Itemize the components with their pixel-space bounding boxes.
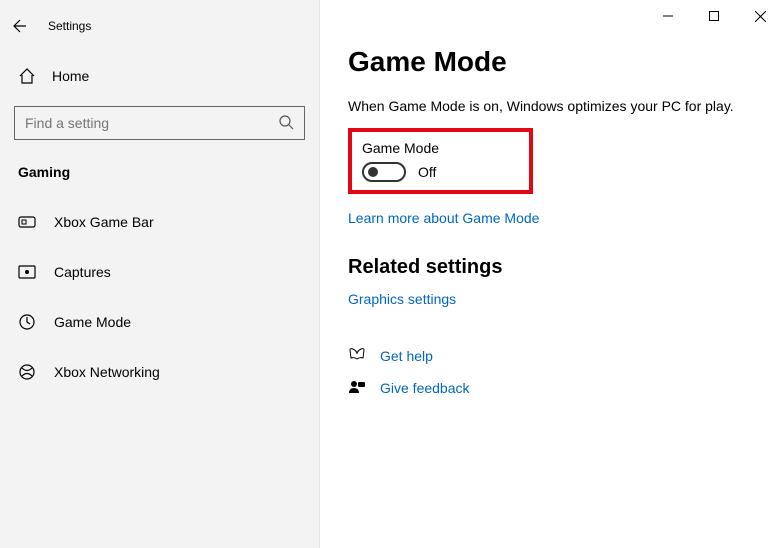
- minimize-icon: [663, 11, 673, 21]
- close-button[interactable]: [737, 0, 783, 32]
- sidebar-section-title: Gaming: [0, 158, 319, 194]
- sidebar-item-label: Xbox Game Bar: [54, 214, 154, 230]
- search-input[interactable]: [25, 115, 278, 131]
- learn-more-link[interactable]: Learn more about Game Mode: [348, 210, 539, 226]
- related-settings-heading: Related settings: [348, 256, 755, 279]
- sidebar-item-xbox-game-bar[interactable]: Xbox Game Bar: [0, 200, 319, 244]
- app-title: Settings: [48, 19, 91, 33]
- toggle-row: Off: [362, 162, 439, 182]
- main-content: Game Mode When Game Mode is on, Windows …: [320, 0, 783, 548]
- give-feedback-link[interactable]: Give feedback: [380, 380, 470, 396]
- titlebar: Settings: [0, 8, 319, 44]
- home-icon: [18, 67, 36, 85]
- sidebar-item-label: Xbox Networking: [54, 364, 160, 380]
- get-help-link[interactable]: Get help: [380, 348, 433, 364]
- maximize-button[interactable]: [691, 0, 737, 32]
- minimize-button[interactable]: [645, 0, 691, 32]
- sidebar-item-label: Game Mode: [54, 314, 131, 330]
- back-button[interactable]: [0, 8, 40, 44]
- home-label: Home: [52, 68, 89, 84]
- xbox-icon: [18, 363, 36, 381]
- toggle-state: Off: [418, 164, 436, 180]
- toggle-label: Game Mode: [362, 140, 439, 156]
- help-icon: [348, 347, 366, 365]
- page-title: Game Mode: [348, 46, 755, 78]
- close-icon: [755, 11, 766, 22]
- search-icon: [278, 114, 294, 133]
- toggle-knob: [368, 167, 378, 177]
- search-box[interactable]: [14, 106, 305, 140]
- page-description: When Game Mode is on, Windows optimizes …: [348, 98, 755, 114]
- sidebar-item-game-mode[interactable]: Game Mode: [0, 300, 319, 344]
- feedback-icon: [348, 379, 366, 397]
- captures-icon: [18, 263, 36, 281]
- window-controls: [645, 0, 783, 32]
- graphics-settings-link[interactable]: Graphics settings: [348, 291, 456, 307]
- get-help-row[interactable]: Get help: [348, 347, 755, 365]
- gamebar-icon: [18, 213, 36, 231]
- gamemode-icon: [18, 313, 36, 331]
- sidebar: Settings Home Gaming Xbox Game Bar: [0, 0, 320, 548]
- sidebar-item-label: Captures: [54, 264, 111, 280]
- highlight-annotation: Game Mode Off: [348, 128, 533, 194]
- sidebar-item-captures[interactable]: Captures: [0, 250, 319, 294]
- back-arrow-icon: [12, 18, 28, 34]
- sidebar-item-xbox-networking[interactable]: Xbox Networking: [0, 350, 319, 394]
- home-nav[interactable]: Home: [0, 56, 319, 96]
- maximize-icon: [709, 11, 719, 21]
- game-mode-toggle[interactable]: [362, 162, 406, 182]
- give-feedback-row[interactable]: Give feedback: [348, 379, 755, 397]
- settings-window: Settings Home Gaming Xbox Game Bar: [0, 0, 783, 548]
